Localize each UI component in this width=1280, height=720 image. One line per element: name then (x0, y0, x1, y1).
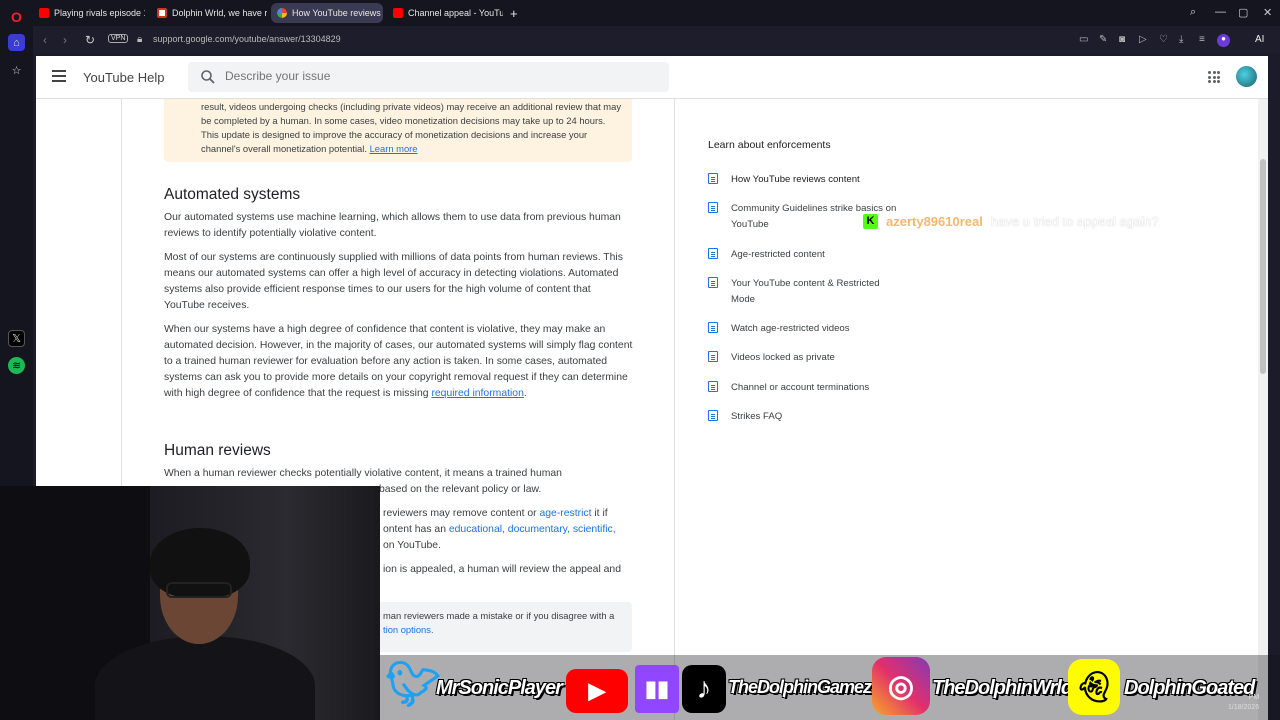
paragraph: based on the relevant policy or law. (379, 484, 542, 495)
paragraph: ion is appealed, a human will review the… (383, 564, 621, 575)
minimize-icon[interactable]: — (1215, 6, 1226, 18)
split-icon[interactable]: ▭ (1079, 34, 1088, 45)
clock-time: PM (1248, 694, 1260, 701)
page-scrollbar[interactable] (1258, 99, 1268, 720)
document-icon (708, 381, 718, 392)
required-information-link[interactable]: required information (431, 388, 523, 399)
tiktok-handle: TheDolphinGamez (728, 677, 872, 697)
hamburger-menu-icon[interactable] (52, 70, 66, 82)
edit-icon[interactable]: ✎ (1099, 34, 1107, 45)
search-icon (201, 70, 215, 84)
tab-label: How YouTube reviews co (292, 8, 383, 18)
paragraph: Our automated systems use machine learni… (164, 212, 621, 239)
address-bar: ‹ › ↻ VPN 🔒︎ support.google.com/youtube/… (33, 26, 1280, 54)
instagram-icon: ◎ (872, 657, 930, 715)
tab-label: Playing rivals episode 11 ( (54, 8, 145, 18)
vpn-badge[interactable]: VPN (108, 34, 129, 43)
instagram-handle: TheDolphinWrld (932, 677, 1073, 699)
twitch-icon: ▮▮ (635, 665, 679, 713)
paragraph: Most of our systems are continuously sup… (164, 252, 623, 311)
streamer-glasses (166, 582, 232, 598)
document-icon (708, 351, 718, 362)
reload-icon[interactable]: ↻ (85, 33, 95, 47)
document-icon (708, 248, 718, 259)
spotify-icon[interactable]: ≋ (8, 357, 25, 374)
document-icon (708, 410, 718, 421)
tab-how-youtube-reviews[interactable]: How YouTube reviews co (271, 3, 383, 23)
brand-title[interactable]: YouTube Help (83, 70, 164, 85)
heart-icon[interactable]: ♡ (1159, 34, 1168, 45)
paragraph: on YouTube. (383, 540, 441, 551)
ai-icon[interactable]: AI (1255, 34, 1264, 45)
google-apps-icon[interactable] (1208, 71, 1220, 83)
paragraph: reviewers may remove content or age-rest… (383, 508, 608, 519)
tab-gmail[interactable]: Dolphin Wrld, we have re (151, 3, 267, 23)
age-restrict-link[interactable]: age-restrict (540, 508, 592, 519)
clock-date: 1/18/2026 (1228, 704, 1260, 711)
opera-logo-icon[interactable]: O (8, 8, 25, 25)
paragraph: ontent has an educational, documentary, … (383, 524, 616, 535)
document-icon (708, 277, 718, 288)
tab-label: Dolphin Wrld, we have re (172, 8, 267, 18)
notice-box: result, videos undergoing checks (includ… (164, 99, 632, 162)
tab-playing-rivals[interactable]: Playing rivals episode 11 ( (33, 3, 145, 23)
scroll-thumb[interactable] (1260, 159, 1266, 374)
search-input[interactable] (225, 69, 625, 83)
maximize-icon[interactable]: ▢ (1238, 6, 1248, 19)
section-heading-human: Human reviews (164, 442, 271, 459)
divider (674, 99, 675, 720)
url-field[interactable]: support.google.com/youtube/answer/133048… (153, 34, 341, 44)
paragraph: When a human reviewer checks potentially… (164, 468, 562, 479)
info-text: man reviewers made a mistake or if you d… (383, 610, 615, 621)
tab-label: Channel appeal - YouTube (408, 8, 503, 18)
youtube-favicon-icon (39, 8, 49, 18)
twitter-icon: 🐦︎ (385, 660, 441, 709)
tiktok-icon: ♪ (682, 665, 726, 713)
google-favicon-icon (277, 8, 287, 18)
avatar[interactable] (1236, 66, 1257, 87)
twitter-handle: MrSonicPlayer (436, 677, 563, 699)
menu-icon[interactable]: ≡ (1199, 34, 1205, 45)
back-icon[interactable]: ‹ (43, 33, 47, 47)
gmail-favicon-icon (157, 8, 167, 18)
system-clock[interactable]: PM 1/18/2026 (1228, 693, 1259, 713)
play-icon[interactable]: ▷ (1139, 34, 1147, 45)
star-icon[interactable]: ☆ (8, 62, 25, 79)
home-icon[interactable]: ⌂ (8, 34, 25, 51)
notice-text: result, videos undergoing checks (includ… (201, 101, 622, 154)
options-link[interactable]: tion options. (383, 623, 628, 637)
section-heading-automated: Automated systems (164, 186, 301, 203)
camera-icon[interactable]: ◙ (1119, 34, 1125, 45)
close-icon[interactable]: ✕ (1263, 6, 1272, 19)
stream-chat-message: K azerty89610real have u tried to appeal… (863, 212, 1159, 230)
forward-icon[interactable]: › (63, 33, 67, 47)
youtube-favicon-icon (393, 8, 403, 18)
paragraph: When our systems have a high degree of c… (164, 324, 633, 399)
sidebar-title: Learn about enforcements (708, 139, 831, 151)
webcam-feed (0, 486, 380, 720)
x-twitter-icon[interactable]: 𝕏 (8, 330, 25, 347)
document-icon (708, 322, 718, 333)
youtube-icon: ▶ (566, 669, 628, 713)
search-tabs-icon[interactable]: ⌕ (1190, 6, 1196, 19)
tab-bar: Playing rivals episode 11 ( Dolphin Wrld… (33, 0, 1280, 26)
educational-link[interactable]: educational, documentary, scientific, (449, 524, 616, 535)
tab-channel-appeal[interactable]: Channel appeal - YouTube (387, 3, 503, 23)
document-icon (708, 202, 718, 213)
download-icon[interactable]: ⤓ (1179, 34, 1183, 45)
learn-more-link[interactable]: Learn more (370, 143, 418, 154)
profile-icon[interactable]: ● (1217, 34, 1230, 47)
search-box[interactable] (188, 62, 669, 92)
chat-username: azerty89610real (886, 213, 983, 229)
snapchat-icon: 👻︎ (1068, 659, 1120, 715)
document-icon (708, 173, 718, 184)
new-tab-button[interactable]: + (504, 3, 522, 23)
lock-icon[interactable]: 🔒︎ (137, 34, 142, 45)
social-links-bar: 🐦︎ MrSonicPlayer ▶ ▮▮ ♪ TheDolphinGamez … (380, 655, 1280, 720)
chat-text: have u tried to appeal again? (990, 213, 1159, 229)
page-header: YouTube Help (36, 56, 1268, 99)
kick-badge-icon: K (863, 213, 878, 229)
